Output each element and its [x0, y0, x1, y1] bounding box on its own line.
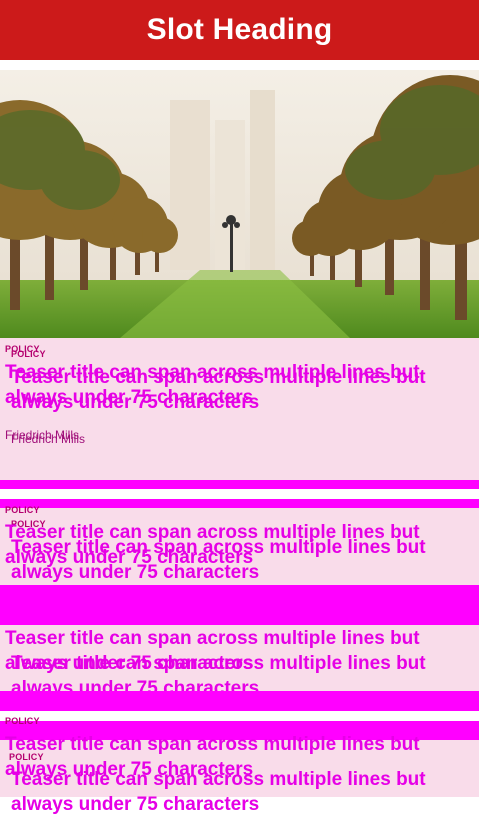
separator-bar	[0, 480, 479, 489]
hero-image[interactable]	[0, 70, 479, 338]
separator-bar	[0, 499, 479, 508]
card-category-label-shadow: POLICY	[11, 349, 46, 359]
slot-heading-text: Slot Heading	[146, 13, 333, 46]
card-category-label: POLICY	[5, 716, 40, 726]
slot-heading: Slot Heading	[0, 0, 479, 60]
card-category-label: POLICY	[5, 505, 40, 515]
card-author-shadow: Friedrich Mills	[11, 432, 86, 446]
card-title-shadow[interactable]: Teaser title can span across multiple li…	[11, 767, 451, 817]
separator-bar	[0, 691, 479, 711]
separator-bar	[0, 585, 479, 625]
card-title-shadow[interactable]: Teaser title can span across multiple li…	[11, 535, 451, 585]
card-title-shadow[interactable]: Teaser title can span across multiple li…	[11, 365, 451, 415]
palm-tree-avenue-image	[0, 70, 479, 338]
